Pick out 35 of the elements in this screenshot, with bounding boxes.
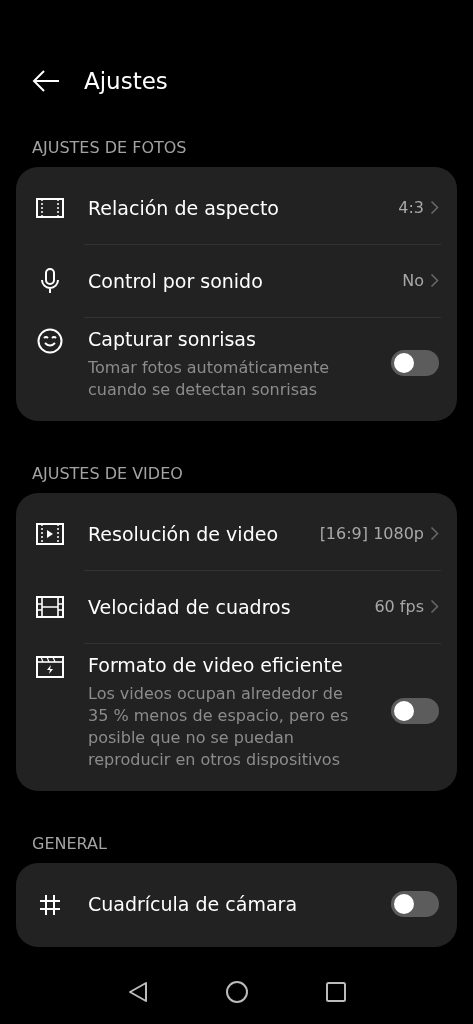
home-icon[interactable] xyxy=(225,981,248,1003)
setting-label: Capturar sonrisas xyxy=(88,327,257,352)
setting-description: Tomar fotos automáticamente cuando se detectan sonrisas xyxy=(88,357,331,401)
toggle-switch[interactable] xyxy=(391,891,439,917)
setting-value[interactable]: [16:9] 1080p xyxy=(319,524,424,543)
setting-label: Formato de video eficiente xyxy=(88,653,344,678)
film-strip-icon xyxy=(36,595,64,618)
aspect-ratio-icon xyxy=(36,197,64,218)
clapperboard-icon xyxy=(36,656,64,678)
back-arrow-icon[interactable] xyxy=(32,69,60,93)
smiley-icon xyxy=(37,328,63,354)
video-frame-icon xyxy=(36,522,64,545)
toggle-switch[interactable] xyxy=(391,698,439,724)
toggle-switch[interactable] xyxy=(391,350,439,376)
setting-label: Control por sonido xyxy=(88,268,264,294)
page-title: Ajustes xyxy=(84,68,168,94)
setting-value[interactable]: No xyxy=(402,271,424,290)
section-header: AJUSTES DE FOTOS xyxy=(31,138,188,157)
setting-label: Resolución de video xyxy=(88,521,279,547)
setting-value[interactable]: 60 fps xyxy=(374,597,424,616)
chevron-right-icon xyxy=(430,273,439,288)
setting-label: Velocidad de cuadros xyxy=(88,594,292,620)
setting-label: Relación de aspecto xyxy=(88,195,280,221)
section-header: AJUSTES DE VIDEO xyxy=(31,464,184,483)
back-icon[interactable] xyxy=(127,981,148,1003)
chevron-right-icon xyxy=(430,599,439,614)
recents-icon[interactable] xyxy=(325,982,346,1002)
setting-label: Cuadrícula de cámara xyxy=(88,892,299,917)
setting-value[interactable]: 4:3 xyxy=(398,198,424,217)
chevron-right-icon xyxy=(430,526,439,541)
setting-description: Los videos ocupan alrededor de 35 % menos de espacio, pero es posible que no se puedan reproducir en otros dispositivos xyxy=(88,683,350,771)
microphone-icon xyxy=(41,267,59,294)
chevron-right-icon xyxy=(430,200,439,215)
section-header: GENERAL xyxy=(31,834,108,853)
grid-icon xyxy=(38,893,62,917)
